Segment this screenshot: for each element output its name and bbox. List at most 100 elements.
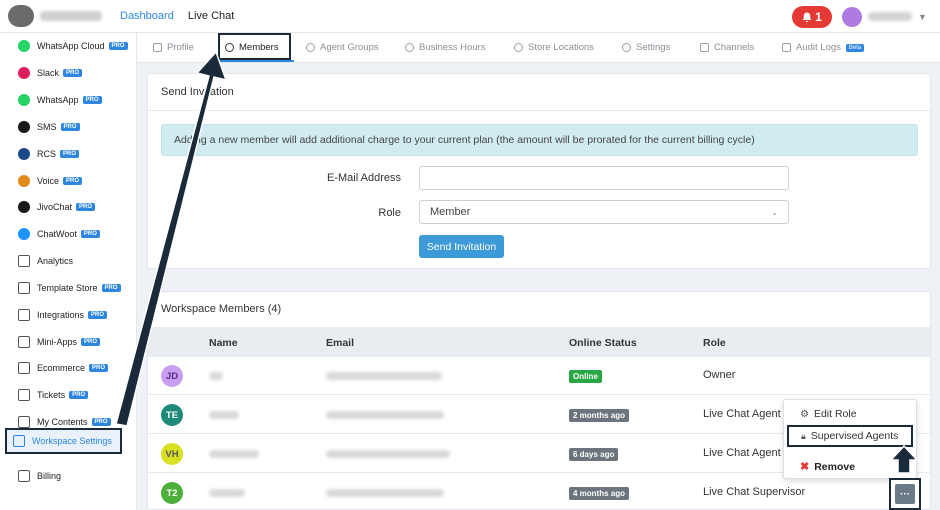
member-name-blurred — [209, 450, 259, 458]
sidebar-item-mini-apps[interactable]: Mini-Apps PRO — [18, 333, 101, 351]
nav-dashboard[interactable]: Dashboard — [120, 10, 174, 22]
sidebar-item-analytics[interactable]: Analytics — [18, 252, 73, 270]
member-name-blurred — [209, 372, 223, 380]
workspace-avatar[interactable] — [8, 5, 34, 27]
supervised-agents-item[interactable]: 🔒︎ Supervised Agents — [787, 425, 913, 447]
member-email-blurred — [326, 450, 450, 458]
sidebar-item-chatwoot[interactable]: ChatWoot PRO — [18, 225, 100, 243]
sidebar-item-label: JivoChat — [37, 202, 73, 212]
slack-icon — [18, 67, 30, 79]
sidebar-item-label: Workspace Settings — [32, 436, 112, 446]
chevron-down-icon: ⌄ — [771, 207, 778, 217]
gear-icon: ⚙ — [800, 408, 809, 420]
avatar: JD — [161, 365, 183, 387]
tab-audit-logs[interactable]: Audit Logs Beta — [782, 33, 865, 62]
sidebar-item-rcs[interactable]: RCS PRO — [18, 145, 80, 163]
member-role: Owner — [703, 369, 736, 381]
role-label: Role — [378, 207, 401, 219]
active-underline — [215, 60, 294, 62]
pro-badge: PRO — [91, 418, 111, 426]
workspace-name-blurred[interactable] — [40, 11, 102, 21]
edit-role-item[interactable]: ⚙ Edit Role — [800, 408, 857, 420]
tab-label: Profile — [167, 42, 194, 53]
sidebar-item-label: Voice — [37, 176, 60, 186]
email-field[interactable] — [419, 166, 789, 190]
pro-badge: PRO — [89, 364, 109, 372]
profile-icon — [153, 43, 162, 52]
tab-settings[interactable]: Settings — [622, 33, 670, 62]
send-invitation-button[interactable]: Send Invitation — [419, 235, 504, 258]
nav-live-chat[interactable]: Live Chat — [188, 10, 234, 22]
top-bar: Dashboard Live Chat 1 ▼ — [0, 0, 940, 33]
avatar: VH — [161, 443, 183, 465]
pro-badge: PRO — [88, 311, 108, 319]
integrations-icon — [18, 309, 30, 321]
sidebar-item-integrations[interactable]: Integrations PRO — [18, 306, 108, 324]
sidebar-item-billing[interactable]: Billing — [18, 467, 61, 485]
row-actions-button[interactable]: ··· — [889, 478, 921, 510]
pro-badge: PRO — [76, 203, 96, 211]
notification-count: 1 — [815, 10, 822, 24]
user-name-blurred[interactable] — [868, 12, 912, 21]
rcs-icon — [18, 148, 30, 160]
tab-business-hours[interactable]: Business Hours — [405, 33, 486, 62]
sidebar-item-ecommerce[interactable]: Ecommerce PRO — [18, 359, 109, 377]
database-icon — [782, 43, 791, 52]
lock-icon: 🔒︎ — [801, 430, 806, 441]
sidebar-item-label: ChatWoot — [37, 229, 77, 239]
chevron-down-icon[interactable]: ▼ — [918, 12, 927, 22]
template-store-icon — [18, 282, 30, 294]
sidebar-item-label: Analytics — [37, 256, 74, 266]
sidebar-item-workspace-settings[interactable]: Workspace Settings — [5, 428, 122, 454]
card-title: Send Invitation — [161, 86, 234, 98]
highlight-box — [218, 33, 291, 60]
user-avatar[interactable] — [842, 7, 862, 27]
tab-members[interactable]: Members — [215, 33, 294, 62]
pro-badge: PRO — [81, 338, 101, 346]
member-role: Live Chat Agent — [703, 447, 781, 459]
billing-alert: Adding a new member will add additional … — [161, 124, 918, 156]
chatwoot-icon — [18, 228, 30, 240]
divider — [148, 110, 930, 111]
sidebar-item-whatsapp-cloud[interactable]: WhatsApp Cloud PRO — [18, 37, 128, 55]
analytics-icon — [18, 255, 30, 267]
location-pin-icon — [514, 43, 523, 52]
column-header: Online Status — [569, 337, 637, 349]
member-email-blurred — [326, 372, 442, 380]
sidebar-item-label: WhatsApp Cloud — [37, 41, 105, 51]
workspace-settings-icon — [13, 435, 25, 447]
pro-badge: PRO — [69, 391, 89, 399]
status-badge: Online — [569, 370, 602, 383]
tab-label: Settings — [636, 42, 671, 53]
more-icon: ··· — [895, 484, 915, 504]
notification-button[interactable]: 1 — [792, 6, 832, 28]
pro-badge: PRO — [82, 96, 102, 104]
sms-icon — [18, 121, 30, 133]
billing-icon — [18, 470, 30, 482]
member-email-blurred — [326, 411, 444, 419]
sidebar-item-template-store[interactable]: Template Store PRO — [18, 279, 121, 297]
sidebar-item-label: Tickets — [37, 390, 66, 400]
tab-label: Audit Logs — [796, 42, 841, 53]
sidebar-item-label: Ecommerce — [37, 363, 86, 373]
tab-channels[interactable]: Channels — [700, 33, 754, 62]
tab-profile[interactable]: Profile — [153, 33, 194, 62]
sidebar-item-voice[interactable]: Voice PRO — [18, 172, 83, 190]
remove-item[interactable]: ✖ Remove — [800, 460, 855, 474]
pro-badge: PRO — [60, 150, 80, 158]
avatar: TE — [161, 404, 183, 426]
column-header: Role — [703, 337, 726, 349]
close-icon: ✖ — [800, 461, 810, 473]
tab-agent-groups[interactable]: Agent Groups — [306, 33, 379, 62]
sidebar-item-label: Integrations — [37, 310, 85, 320]
users-icon — [306, 43, 315, 52]
sidebar-item-jivochat[interactable]: JivoChat PRO — [18, 198, 96, 216]
sidebar-item-tickets[interactable]: Tickets PRO — [18, 386, 89, 404]
sidebar-item-slack[interactable]: Slack PRO — [18, 64, 83, 82]
sidebar-item-label: Slack — [37, 68, 60, 78]
sidebar-item-sms[interactable]: SMS PRO — [18, 118, 80, 136]
role-select[interactable]: Member ⌄ — [419, 200, 789, 224]
tab-store-locations[interactable]: Store Locations — [514, 33, 594, 62]
sidebar-item-label: Billing — [37, 471, 62, 481]
sidebar-item-whatsapp[interactable]: WhatsApp PRO — [18, 91, 102, 109]
